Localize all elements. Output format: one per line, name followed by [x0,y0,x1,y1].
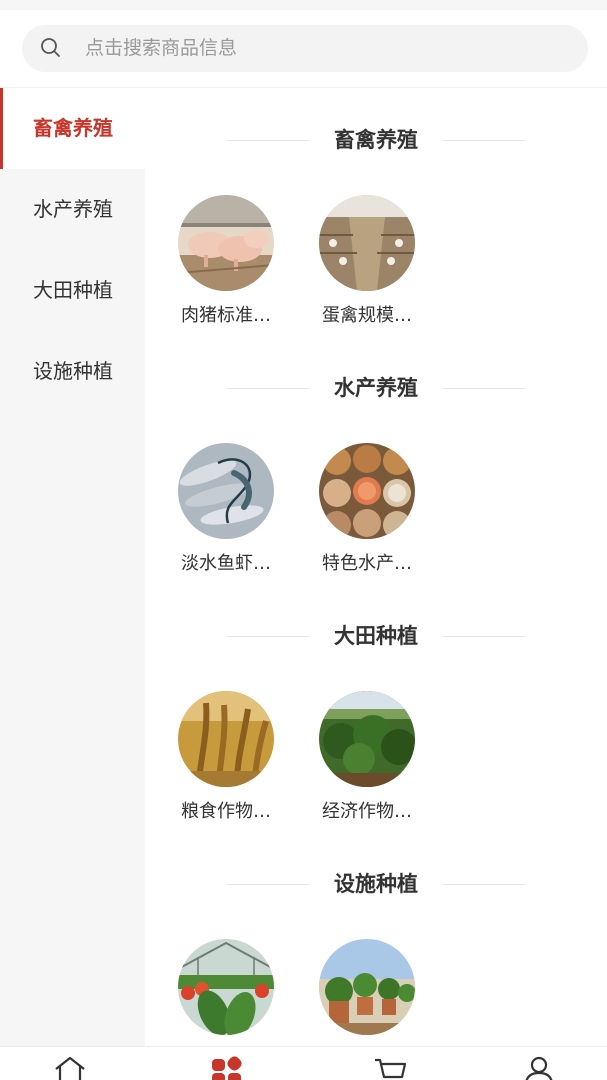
poultry-farm-image [319,195,415,291]
cash-crop-image [319,691,415,787]
product-label: 特色水产… [322,553,412,574]
sidebar-item-livestock[interactable]: 畜禽养殖 [0,88,145,169]
cart-icon [375,1058,407,1079]
user-icon [525,1056,553,1080]
product-label: 粮食作物… [181,801,271,822]
product-item[interactable]: 经济作物… [307,691,427,831]
section-title: 设施种植 [334,872,418,896]
search-header: 点击搜索商品信息 [0,10,607,88]
product-label: 淡水鱼虾… [181,553,271,574]
bottom-tab-bar [0,1046,607,1080]
product-item[interactable]: 粮食作物… [166,691,286,831]
section-title: 大田种植 [334,624,418,648]
product-label: 经济作物… [322,801,412,822]
home-icon [55,1056,85,1080]
section-title: 水产养殖 [334,376,418,400]
fish-shrimp-image [178,443,274,539]
divider [443,140,525,141]
product-label: 肉猪标准… [181,305,271,326]
status-bar [0,0,607,10]
tab-profile[interactable] [521,1055,561,1080]
sidebar-item-aquaculture[interactable]: 水产养殖 [0,169,145,250]
divider [443,884,525,885]
sidebar-item-greenhouse[interactable]: 设施种植 [0,331,145,412]
seafood-baskets-image [319,443,415,539]
category-icon [212,1056,242,1080]
product-item[interactable] [307,939,427,1046]
category-content: 畜禽养殖 肉猪标准… 蛋禽规模… 水产养殖 淡水鱼虾… 特色水产… 大田种植 粮… [145,88,607,1046]
grain-crop-image [178,691,274,787]
sidebar-item-field-crops[interactable]: 大田种植 [0,250,145,331]
category-sidebar: 畜禽养殖 水产养殖 大田种植 设施种植 [0,88,145,1046]
pig-farm-image [178,195,274,291]
tab-cart[interactable] [372,1055,412,1080]
divider [443,636,525,637]
product-item[interactable]: 淡水鱼虾… [166,443,286,583]
search-placeholder: 点击搜索商品信息 [85,37,238,59]
section-title: 畜禽养殖 [334,128,418,152]
search-input[interactable]: 点击搜索商品信息 [22,25,588,72]
section-header: 水产养殖 [145,368,607,408]
section-header: 设施种植 [145,864,607,904]
product-item[interactable] [166,939,286,1046]
tab-home[interactable] [52,1055,92,1080]
potted-plants-image [319,939,415,1035]
search-icon [41,38,60,57]
section-header: 大田种植 [145,616,607,656]
divider [443,388,525,389]
product-item[interactable]: 肉猪标准… [166,195,286,335]
section-header: 畜禽养殖 [145,120,607,160]
product-item[interactable]: 特色水产… [307,443,427,583]
product-item[interactable]: 蛋禽规模… [307,195,427,335]
product-label: 蛋禽规模… [322,305,412,326]
greenhouse-vegetables-image [178,939,274,1035]
tab-category[interactable] [209,1055,249,1080]
